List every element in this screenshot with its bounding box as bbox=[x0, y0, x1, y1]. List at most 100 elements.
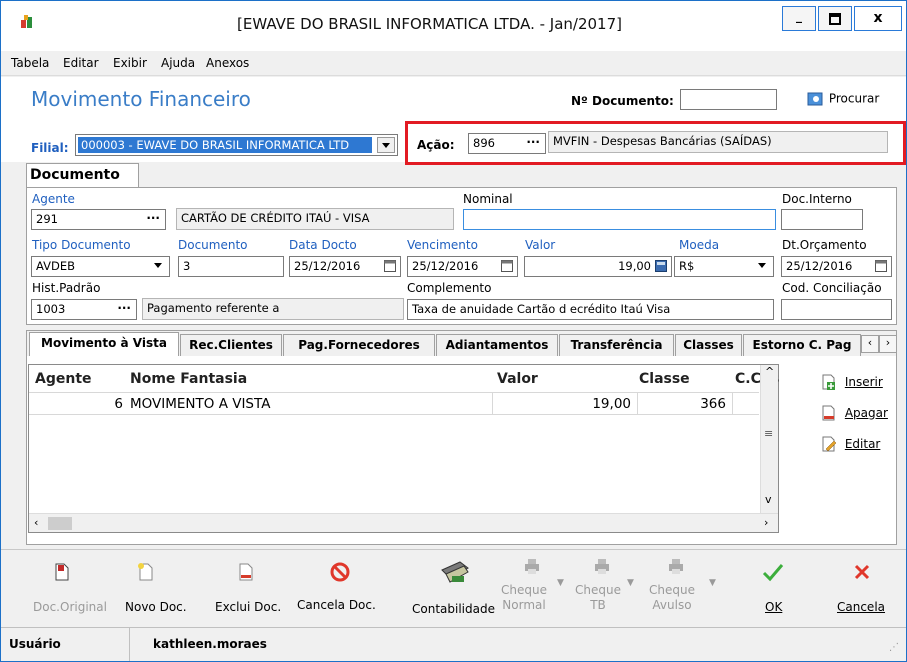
cheque-normal-button[interactable]: ▼ Cheque Normal bbox=[501, 558, 564, 618]
chevron-left-icon[interactable]: ‹ bbox=[34, 516, 38, 529]
documento-input[interactable]: 3 bbox=[178, 256, 284, 277]
data-docto-label: Data Docto bbox=[289, 238, 357, 252]
table-row[interactable]: 6 MOVIMENTO A VISTA 19,00 366 bbox=[29, 392, 759, 415]
vencimento-input[interactable]: 25/12/2016 bbox=[407, 256, 518, 277]
chevron-down-icon[interactable]: v bbox=[765, 493, 772, 506]
calendar-icon[interactable] bbox=[384, 260, 396, 272]
cancela-doc-label: Cancela Doc. bbox=[297, 598, 376, 612]
search-icon bbox=[807, 92, 823, 106]
moeda-select[interactable]: R$ bbox=[674, 256, 774, 277]
moeda-value: R$ bbox=[679, 259, 695, 273]
search-label: Procurar bbox=[828, 91, 880, 106]
search-button[interactable]: Procurar bbox=[807, 91, 879, 107]
editar-button[interactable]: Editar bbox=[821, 435, 880, 453]
contabilidade-label: Contabilidade bbox=[412, 602, 495, 616]
cod-conciliacao-label: Cod. Conciliação bbox=[782, 281, 882, 295]
maximize-button[interactable] bbox=[818, 6, 852, 31]
printer-icon bbox=[525, 559, 539, 574]
col-nome-fantasia[interactable]: Nome Fantasia bbox=[130, 371, 247, 387]
doc-number-input[interactable] bbox=[680, 89, 777, 110]
nominal-label: Nominal bbox=[463, 192, 513, 206]
calendar-icon[interactable] bbox=[875, 260, 887, 272]
cancela-doc-button[interactable]: Cancela Doc. bbox=[297, 562, 379, 617]
cheque-avulso-button[interactable]: ▼ Cheque Avulso bbox=[649, 558, 717, 618]
dt-orcamento-input[interactable]: 25/12/2016 bbox=[781, 256, 892, 277]
valor-input[interactable]: 19,00 bbox=[524, 256, 672, 277]
menu-exibir[interactable]: Exibir bbox=[113, 56, 147, 70]
cancela-button[interactable]: Cancela bbox=[833, 562, 893, 617]
agente-lookup-button[interactable]: ··· bbox=[146, 211, 160, 225]
calendar-icon[interactable] bbox=[501, 260, 513, 272]
resize-grip-icon[interactable]: ⋰ bbox=[889, 642, 899, 653]
vencimento-label: Vencimento bbox=[407, 238, 478, 252]
apagar-button[interactable]: Apagar bbox=[821, 404, 888, 422]
menu-editar[interactable]: Editar bbox=[63, 56, 99, 70]
menu-tabela[interactable]: Tabela bbox=[11, 56, 49, 70]
menu-ajuda[interactable]: Ajuda bbox=[161, 56, 195, 70]
editar-label: Editar bbox=[844, 436, 881, 451]
col-agente[interactable]: Agente bbox=[35, 371, 92, 387]
doc-number-label: Nº Documento: bbox=[571, 94, 674, 108]
agente-label: Agente bbox=[32, 192, 75, 206]
tab-rec-clientes[interactable]: Rec.Clientes bbox=[180, 334, 282, 356]
col-valor[interactable]: Valor bbox=[497, 371, 538, 387]
doc-interno-input[interactable] bbox=[781, 209, 863, 230]
tab-estorno[interactable]: Estorno C. Pag bbox=[743, 334, 861, 356]
grid-vertical-scrollbar[interactable]: ^ ≡ v bbox=[760, 365, 778, 513]
cheque-tb-button[interactable]: ▼ Cheque TB bbox=[575, 558, 637, 618]
printer-icon bbox=[595, 559, 609, 574]
vencimento-value: 25/12/2016 bbox=[412, 259, 479, 273]
tab-transferencia[interactable]: Transferência bbox=[559, 334, 674, 356]
status-bar: Usuário kathleen.moraes ⋰ bbox=[1, 627, 906, 661]
tipo-doc-label: Tipo Documento bbox=[32, 238, 131, 252]
ok-label: OK bbox=[765, 600, 783, 614]
scroll-thumb[interactable] bbox=[48, 517, 72, 530]
close-button[interactable]: x bbox=[854, 6, 902, 31]
filial-dropdown-button[interactable] bbox=[377, 137, 395, 153]
agente-name: CARTÃO DE CRÉDITO ITAÚ - VISA bbox=[176, 208, 454, 230]
ok-button[interactable]: OK bbox=[753, 562, 793, 617]
filial-value: 000003 - EWAVE DO BRASIL INFORMATICA LTD bbox=[78, 137, 372, 153]
hist-code-value: 1003 bbox=[36, 302, 66, 316]
tab-label: Movimento à Vista bbox=[41, 336, 167, 350]
exclui-doc-button[interactable]: Exclui Doc. bbox=[211, 562, 281, 617]
chevron-up-icon[interactable]: ^ bbox=[765, 365, 774, 378]
cancela-label: Cancela bbox=[837, 600, 886, 614]
inserir-button[interactable]: Inserir bbox=[821, 373, 883, 391]
cod-conciliacao-input[interactable] bbox=[781, 299, 892, 320]
novo-doc-button[interactable]: Novo Doc. bbox=[123, 562, 193, 617]
tab-movimento-vista[interactable]: Movimento à Vista bbox=[29, 332, 179, 356]
tab-adiantamentos[interactable]: Adiantamentos bbox=[436, 334, 558, 356]
tipo-doc-select[interactable]: AVDEB bbox=[31, 256, 170, 277]
complemento-input[interactable]: Taxa de anuidade Cartão d ecrédito Itaú … bbox=[407, 299, 774, 320]
grid-horizontal-scrollbar[interactable]: ‹ › bbox=[29, 513, 778, 532]
hist-lookup-button[interactable]: ··· bbox=[117, 301, 131, 315]
filial-select[interactable]: 000003 - EWAVE DO BRASIL INFORMATICA LTD bbox=[75, 134, 398, 156]
agente-code-input[interactable]: 291 ··· bbox=[31, 209, 166, 230]
title-bar: [EWAVE DO BRASIL INFORMATICA LTDA. - Jan… bbox=[1, 1, 906, 51]
data-docto-input[interactable]: 25/12/2016 bbox=[289, 256, 401, 277]
calculator-icon[interactable] bbox=[655, 260, 667, 272]
complemento-label: Complemento bbox=[407, 281, 492, 295]
tab-documento[interactable]: Documento bbox=[26, 163, 139, 187]
scroll-grip-icon[interactable]: ≡ bbox=[764, 427, 773, 440]
doc-original-button[interactable]: Doc.Original bbox=[31, 562, 107, 617]
bottom-toolbar: Doc.Original Novo Doc. Exclui Doc. Cance… bbox=[1, 549, 906, 625]
minimize-button[interactable]: _ bbox=[782, 6, 816, 31]
doc-original-label: Doc.Original bbox=[33, 600, 107, 614]
dt-orcamento-label: Dt.Orçamento bbox=[782, 238, 867, 252]
tab-scroll-right[interactable]: › bbox=[879, 335, 897, 353]
nominal-input[interactable] bbox=[463, 209, 776, 230]
valor-value: 19,00 bbox=[618, 259, 651, 273]
main-window: [EWAVE DO BRASIL INFORMATICA LTDA. - Jan… bbox=[0, 0, 907, 662]
chevron-down-icon: ▼ bbox=[709, 578, 716, 588]
tab-scroll-left[interactable]: ‹ bbox=[861, 335, 879, 353]
tab-classes[interactable]: Classes bbox=[675, 334, 742, 356]
hist-code-input[interactable]: 1003 ··· bbox=[31, 299, 137, 320]
contabilidade-button[interactable]: Contabilidade bbox=[410, 558, 500, 618]
tab-pag-fornecedores[interactable]: Pag.Fornecedores bbox=[283, 334, 435, 356]
chevron-right-icon[interactable]: › bbox=[764, 516, 768, 529]
col-classe[interactable]: Classe bbox=[639, 371, 690, 387]
menu-anexos[interactable]: Anexos bbox=[206, 56, 249, 70]
apagar-label: Apagar bbox=[844, 405, 888, 420]
